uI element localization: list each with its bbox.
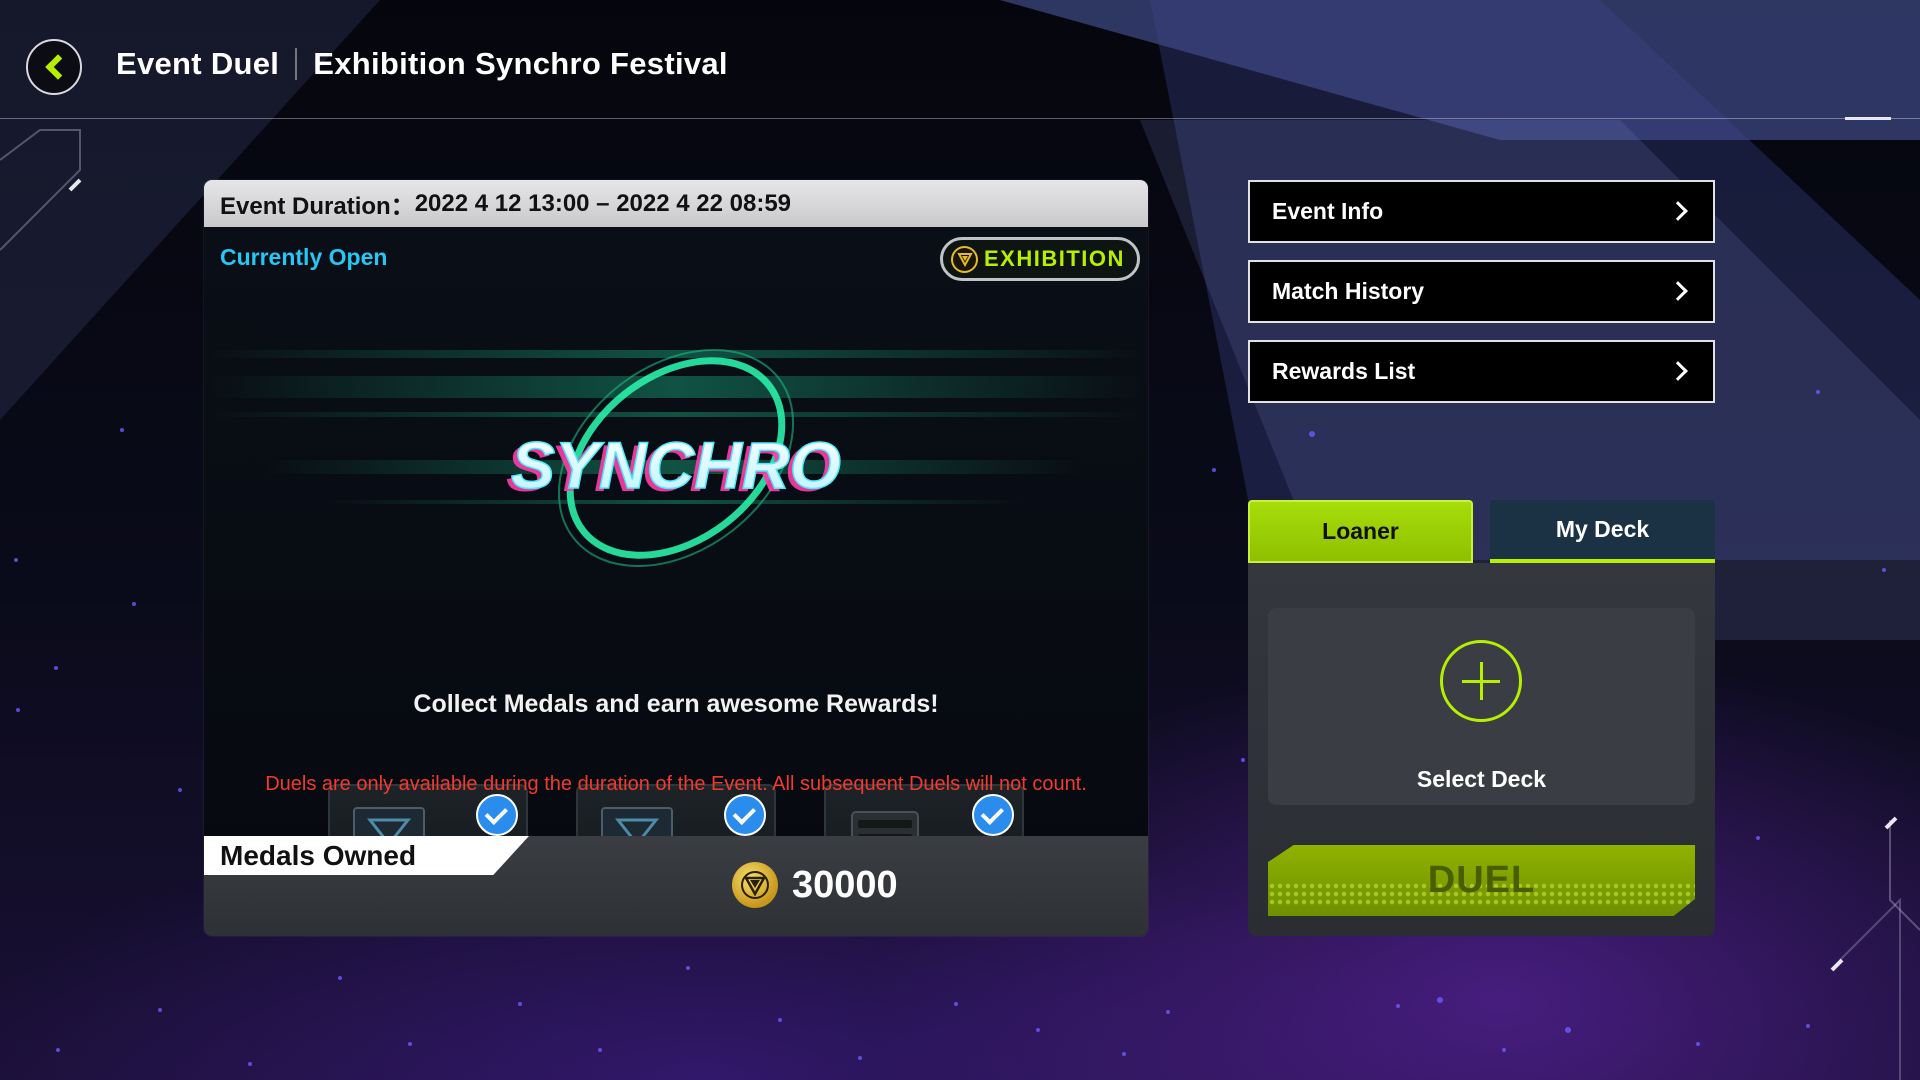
tab-my-deck[interactable]: My Deck — [1490, 500, 1715, 563]
rewards-list-button[interactable]: Rewards List — [1248, 340, 1715, 403]
medals-owned-label: Medals Owned — [204, 836, 529, 875]
chevron-right-icon — [1668, 281, 1688, 301]
duel-button-label: DUEL — [1427, 859, 1536, 901]
event-warning: Duels are only available during the dura… — [265, 773, 1087, 795]
event-panel: Event Duration： 2022 4 12 13:00 – 2022 4… — [204, 180, 1148, 936]
duel-button[interactable]: DUEL — [1268, 845, 1695, 916]
chevron-right-icon — [1668, 361, 1688, 381]
medals-owned-value: 30000 — [792, 863, 898, 906]
medals-owned-bar: Medals Owned 30000 — [204, 836, 1148, 936]
title-section: Event Duel — [116, 46, 280, 81]
page-title: Event Duel Exhibition Synchro Festival — [116, 46, 728, 82]
match-history-button[interactable]: Match History — [1248, 260, 1715, 323]
plus-icon — [1440, 640, 1522, 722]
match-history-label: Match History — [1272, 278, 1425, 304]
select-deck-label: Select Deck — [1416, 766, 1547, 792]
header: Event Duel Exhibition Synchro Festival — [0, 0, 1920, 120]
chevron-left-icon — [45, 54, 71, 80]
deck-panel: Select Deck DUEL — [1248, 563, 1715, 936]
back-button[interactable] — [26, 39, 82, 95]
rewards-list-label: Rewards List — [1272, 358, 1416, 384]
claimed-check-icon — [476, 794, 518, 836]
medal-icon — [732, 862, 778, 908]
exhibition-label: EXHIBITION — [984, 246, 1125, 271]
event-duration-value: 2022 4 12 13:00 – 2022 4 22 08:59 — [414, 189, 792, 217]
event-banner: SYNCHRO SYNCHRO — [204, 280, 1148, 650]
event-status: Currently Open — [220, 244, 388, 270]
chevron-right-icon — [1668, 201, 1688, 221]
header-accent — [1845, 117, 1891, 120]
title-event-name: Exhibition Synchro Festival — [313, 46, 728, 81]
event-info-button[interactable]: Event Info — [1248, 180, 1715, 243]
exhibition-badge: EXHIBITION — [940, 237, 1140, 281]
event-tagline: Collect Medals and earn awesome Rewards! — [413, 690, 939, 718]
tab-loaner[interactable]: Loaner — [1248, 500, 1473, 563]
event-info-label: Event Info — [1272, 198, 1384, 224]
event-duration-label: Event Duration： — [220, 193, 415, 220]
medal-icon — [951, 245, 978, 273]
title-divider — [295, 48, 298, 80]
event-duration: Event Duration： 2022 4 12 13:00 – 2022 4… — [204, 180, 1148, 227]
claimed-check-icon — [972, 794, 1014, 836]
banner-title-front: SYNCHRO — [511, 428, 841, 502]
medals-owned: 30000 — [732, 862, 898, 908]
header-divider — [0, 118, 1920, 119]
claimed-check-icon — [724, 794, 766, 836]
select-deck-button[interactable]: Select Deck — [1268, 608, 1695, 805]
